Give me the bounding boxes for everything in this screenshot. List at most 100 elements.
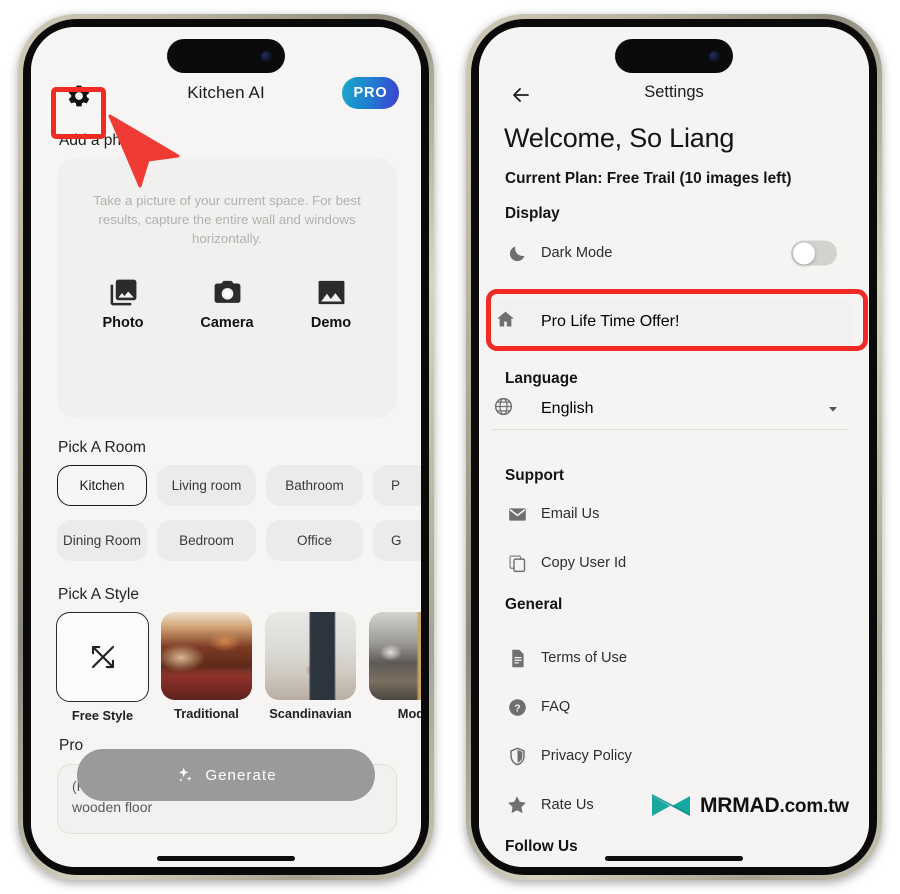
settings-row-copy-user-id[interactable]: Copy User Id <box>493 541 855 585</box>
scandinavian-label: Scandinavian <box>269 706 352 721</box>
dynamic-island <box>167 39 285 73</box>
question-circle-icon-wrap: ? <box>493 697 541 718</box>
copy-icon <box>508 554 525 572</box>
shield-icon <box>509 746 525 766</box>
settings-row-language[interactable]: English <box>493 389 849 430</box>
left-phone-device: Kitchen AI PRO Add a photo Take a pictur… <box>18 14 434 880</box>
mrmad-bowtie-logo-icon <box>652 794 690 816</box>
svg-text:?: ? <box>514 702 520 714</box>
modern-thumbnail <box>369 612 421 700</box>
photo-library-icon <box>110 279 136 306</box>
style-card-scandinavian[interactable]: Scandinavian <box>265 612 356 723</box>
dark-mode-toggle[interactable] <box>791 240 837 266</box>
question-circle-icon: ? <box>508 698 526 716</box>
photo-source-actions: Photo Camera Demo <box>57 277 397 331</box>
terms-of-use-label: Terms of Use <box>541 650 627 666</box>
room-chip-kitchen[interactable]: Kitchen <box>57 465 147 506</box>
style-card-free-style[interactable]: Free Style <box>56 612 149 723</box>
pro-badge[interactable]: PRO <box>342 77 399 109</box>
moon-icon <box>509 246 524 261</box>
globe-icon <box>494 397 513 416</box>
pick-a-style-heading: Pick A Style <box>58 586 139 603</box>
settings-nav-bar: Settings <box>479 75 869 115</box>
camera-button[interactable]: Camera <box>184 277 270 331</box>
shuffle-icon <box>91 645 114 669</box>
shield-icon-wrap <box>493 746 541 767</box>
arrow-cursor-icon <box>108 114 180 188</box>
privacy-policy-label: Privacy Policy <box>541 748 632 764</box>
mrmad-domain: .com.tw <box>779 796 849 817</box>
section-heading-general: General <box>505 596 563 613</box>
toggle-knob <box>792 242 815 264</box>
generate-label: Generate <box>205 766 277 784</box>
pro-life-time-offer-highlight-box <box>486 289 868 351</box>
free-style-label: Free Style <box>71 708 134 723</box>
style-card-traditional[interactable]: Traditional <box>161 612 252 723</box>
generate-button[interactable]: Generate <box>77 749 375 801</box>
settings-screen: Settings Welcome, So Liang Current Plan:… <box>479 27 869 867</box>
demo-button[interactable]: Demo <box>288 277 374 331</box>
dynamic-island <box>615 39 733 73</box>
mrmad-brand: MRMAD <box>700 794 780 817</box>
document-icon <box>511 649 524 667</box>
rate-us-label: Rate Us <box>541 797 594 813</box>
settings-row-terms-of-use[interactable]: Terms of Use <box>493 636 855 680</box>
mrmad-wordmark: MRMAD.com.tw <box>700 794 849 818</box>
pick-a-room-heading: Pick A Room <box>58 439 146 456</box>
dark-mode-label: Dark Mode <box>541 245 613 261</box>
settings-row-faq[interactable]: ? FAQ <box>493 685 855 729</box>
section-heading-follow-us: Follow Us <box>505 838 578 855</box>
room-chip-office[interactable]: Office <box>266 520 363 561</box>
chevron-down-icon[interactable] <box>825 401 841 417</box>
section-heading-language: Language <box>505 370 578 387</box>
image-icon <box>318 280 344 305</box>
home-indicator <box>157 856 295 861</box>
section-heading-support: Support <box>505 467 564 484</box>
room-chip-row-1: Kitchen Living room Bathroom P <box>57 465 421 506</box>
sparkles-icon <box>179 767 192 782</box>
mrmad-watermark: MRMAD.com.tw <box>650 791 849 821</box>
camera-label: Camera <box>200 315 254 331</box>
settings-row-dark-mode[interactable]: Dark Mode <box>493 231 855 275</box>
room-chip-dining-room[interactable]: Dining Room <box>57 520 147 561</box>
mail-icon-wrap <box>493 504 541 525</box>
home-indicator <box>605 856 743 861</box>
document-icon-wrap <box>493 648 541 669</box>
copy-icon-wrap <box>493 553 541 574</box>
right-phone-screen: Settings Welcome, So Liang Current Plan:… <box>479 27 869 867</box>
room-chip-bedroom[interactable]: Bedroom <box>157 520 256 561</box>
traditional-label: Traditional <box>174 706 239 721</box>
photo-hint-text: Take a picture of your current space. Fo… <box>93 193 361 246</box>
front-camera-icon <box>261 50 272 62</box>
front-camera-icon <box>709 50 720 62</box>
copy-user-id-label: Copy User Id <box>541 555 627 571</box>
current-plan-text: Current Plan: Free Trail (10 images left… <box>505 170 792 187</box>
settings-row-email-us[interactable]: Email Us <box>493 492 855 536</box>
room-chip-bathroom[interactable]: Bathroom <box>266 465 363 506</box>
gear-button-highlight-box <box>51 87 106 139</box>
style-card-row: Free Style Traditional Scandinavian Mode <box>56 612 421 723</box>
room-chip-partial-p[interactable]: P <box>373 465 421 506</box>
kitchen-ai-home-screen: Kitchen AI PRO Add a photo Take a pictur… <box>31 27 421 867</box>
scandinavian-thumbnail <box>265 612 356 700</box>
welcome-heading: Welcome, So Liang <box>504 123 735 153</box>
email-us-label: Email Us <box>541 506 600 522</box>
free-style-thumbnail <box>56 612 149 702</box>
left-phone-screen: Kitchen AI PRO Add a photo Take a pictur… <box>31 27 421 867</box>
right-phone-device: Settings Welcome, So Liang Current Plan:… <box>466 14 882 880</box>
section-heading-display: Display <box>505 205 560 222</box>
language-value: English <box>541 400 594 417</box>
star-icon <box>508 796 526 814</box>
room-chip-living-room[interactable]: Living room <box>157 465 256 506</box>
room-chip-row-2: Dining Room Bedroom Office G <box>57 520 421 561</box>
moon-icon-wrap <box>493 243 541 264</box>
settings-title: Settings <box>644 83 704 101</box>
settings-row-privacy-policy[interactable]: Privacy Policy <box>493 734 855 778</box>
photo-upload-card: Take a picture of your current space. Fo… <box>57 157 397 419</box>
room-chip-partial-g[interactable]: G <box>373 520 421 561</box>
photo-library-button[interactable]: Photo <box>80 277 166 331</box>
faq-label: FAQ <box>541 699 571 715</box>
star-icon-wrap <box>493 794 541 816</box>
style-card-modern[interactable]: Mode <box>369 612 421 723</box>
camera-icon <box>214 280 240 303</box>
